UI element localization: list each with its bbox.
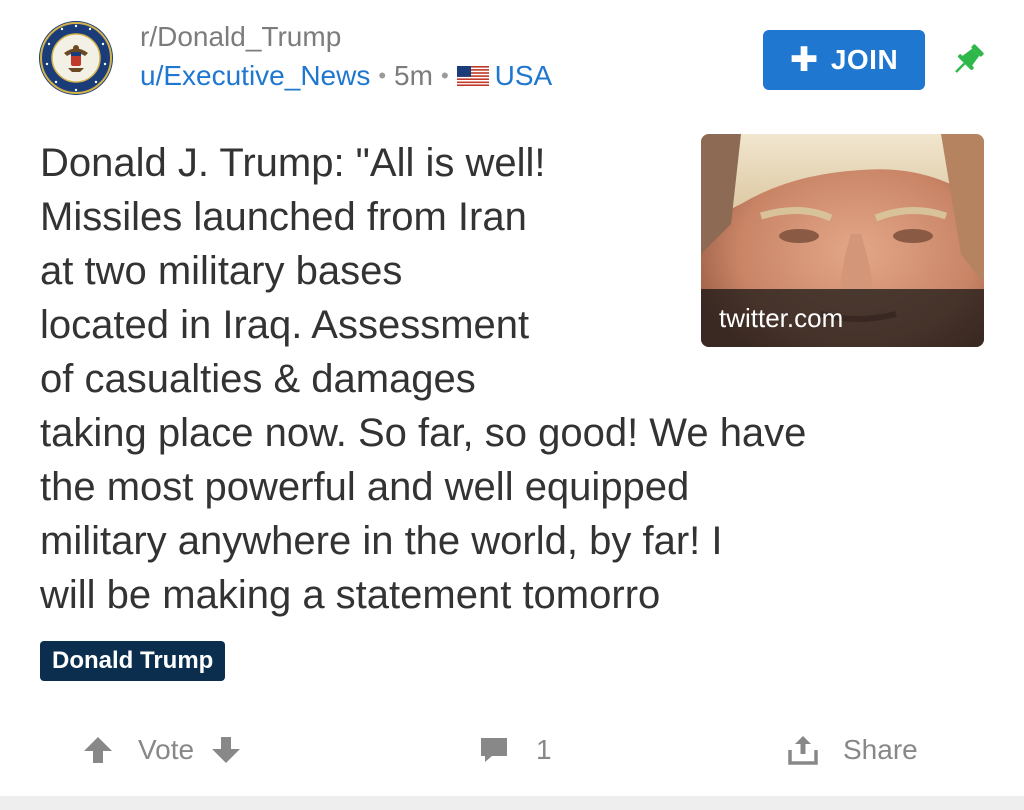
vote-group: Vote <box>82 720 242 780</box>
upvote-icon[interactable] <box>82 734 114 766</box>
meta-separator: • <box>378 63 387 88</box>
downvote-icon[interactable] <box>210 734 242 766</box>
subreddit-name[interactable]: r/Donald_Trump <box>140 20 341 54</box>
title-line: will be making a statement tomorro <box>40 573 661 617</box>
subreddit-avatar[interactable] <box>38 20 114 96</box>
comments-button[interactable]: 1 <box>478 720 552 780</box>
meta-separator-2: • <box>440 63 449 88</box>
vote-label: Vote <box>138 734 195 765</box>
join-button[interactable]: ✚ JOIN <box>763 30 925 90</box>
link-thumbnail[interactable]: twitter.com <box>701 134 984 347</box>
title-line: taking place now. So far, so good! We ha… <box>40 411 807 455</box>
post-flair[interactable]: Donald Trump <box>40 641 226 681</box>
join-label: JOIN <box>830 44 899 75</box>
action-bar: Vote 1 Share <box>0 720 1024 780</box>
post-age: 5m <box>394 60 433 91</box>
share-button[interactable]: Share <box>787 720 918 780</box>
us-flag-icon <box>456 66 489 86</box>
title-line: of casualties & damages <box>40 357 476 401</box>
presidential-seal-icon <box>39 21 113 95</box>
comment-icon <box>481 738 507 762</box>
feed-divider <box>0 796 1024 810</box>
location-flair[interactable]: USA <box>495 58 553 94</box>
comment-count: 1 <box>536 734 552 765</box>
title-line: the most powerful and well equipped <box>40 465 690 509</box>
post-header: r/Donald_Trump u/Executive_News • 5m • U… <box>0 0 1024 125</box>
title-line: military anywhere in the world, by far! … <box>40 519 723 563</box>
pin-icon[interactable] <box>948 40 988 80</box>
plus-icon: ✚ <box>789 41 819 79</box>
thumbnail-caption: twitter.com <box>701 289 984 347</box>
share-label: Share <box>843 734 918 765</box>
author-link[interactable]: u/Executive_News <box>140 58 370 94</box>
share-icon <box>788 736 818 765</box>
post-meta: u/Executive_News • 5m • USA <box>140 58 552 94</box>
